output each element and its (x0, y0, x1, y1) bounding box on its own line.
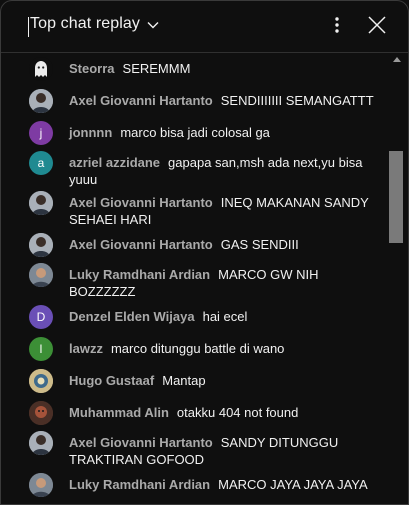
chat-message: a azriel azzidane gapapa san,msh ada next… (29, 151, 385, 188)
avatar[interactable] (29, 431, 53, 455)
chat-message: Axel Giovanni Hartanto SANDY DITUNGGU TRA… (29, 431, 385, 468)
avatar[interactable] (29, 369, 53, 393)
text-cursor (28, 17, 29, 37)
scroll-up-arrow-icon[interactable] (393, 57, 401, 62)
chat-message: Luky Ramdhani Ardian MARCO JAYA JAYA JAYA (29, 473, 385, 497)
avatar[interactable]: l (29, 337, 53, 361)
chat-message: Axel Giovanni Hartanto INEQ MAKANAN SANDY… (29, 191, 385, 228)
message-author[interactable]: Hugo Gustaaf (69, 373, 154, 388)
message-author[interactable]: Denzel Elden Wijaya (69, 309, 195, 324)
chat-message: Steorra SEREMMM (29, 57, 385, 81)
chat-message: Hugo Gustaaf Mantap (29, 369, 385, 393)
chat-header: Top chat replay (1, 1, 408, 53)
scrollbar[interactable] (387, 53, 408, 504)
more-vert-icon (334, 16, 340, 39)
message-text: GAS SENDIII (220, 237, 299, 252)
avatar[interactable]: j (29, 121, 53, 145)
message-author[interactable]: lawzz (69, 341, 103, 356)
message-author[interactable]: Axel Giovanni Hartanto (69, 93, 213, 108)
message-text: otakku 404 not found (176, 405, 299, 420)
more-options-button[interactable] (326, 16, 348, 38)
avatar[interactable] (29, 89, 53, 113)
chat-message: j jonnnn marco bisa jadi colosal ga (29, 121, 385, 145)
message-text: MARCO JAYA JAYA JAYA (218, 477, 368, 492)
chat-message: Muhammad Alin otakku 404 not found (29, 401, 385, 425)
chat-message: Axel Giovanni Hartanto SENDIIIIIII SEMANG… (29, 89, 385, 113)
chat-mode-title: Top chat replay (30, 15, 141, 32)
avatar[interactable] (29, 401, 53, 425)
message-author[interactable]: azriel azzidane (69, 155, 160, 170)
message-text: hai ecel (202, 309, 248, 324)
chat-message: Axel Giovanni Hartanto GAS SENDIII (29, 233, 385, 257)
chat-message: Luky Ramdhani Ardian MARCO GW NIH BOZZZZZ… (29, 263, 385, 300)
avatar[interactable]: D (29, 305, 53, 329)
message-author[interactable]: jonnnn (69, 125, 112, 140)
avatar[interactable] (29, 191, 53, 215)
avatar[interactable]: a (29, 151, 53, 175)
close-icon (367, 15, 387, 40)
avatar[interactable] (29, 473, 53, 497)
chevron-down-icon (146, 18, 160, 32)
message-author[interactable]: Axel Giovanni Hartanto (69, 195, 213, 210)
message-text: SEREMMM (122, 61, 191, 76)
message-text: Mantap (162, 373, 206, 388)
message-text: marco ditunggu battle di wano (110, 341, 285, 356)
close-button[interactable] (365, 15, 389, 39)
chat-message: D Denzel Elden Wijaya hai ecel (29, 305, 385, 329)
avatar[interactable] (29, 233, 53, 257)
chat-message: l lawzz marco ditunggu battle di wano (29, 337, 385, 361)
message-author[interactable]: Axel Giovanni Hartanto (69, 435, 213, 450)
avatar[interactable] (29, 263, 53, 287)
message-author[interactable]: Luky Ramdhani Ardian (69, 477, 210, 492)
chat-replay-panel: Top chat replay Steorra SEREMMM Axel Gio… (0, 0, 409, 505)
message-author[interactable]: Steorra (69, 61, 115, 76)
message-text: SENDIIIIIII SEMANGATTT (220, 93, 374, 108)
message-author[interactable]: Muhammad Alin (69, 405, 169, 420)
chat-message-list[interactable]: Steorra SEREMMM Axel Giovanni Hartanto SEN… (1, 53, 387, 504)
ghost-icon[interactable] (29, 57, 53, 81)
message-text: marco bisa jadi colosal ga (120, 125, 270, 140)
scrollbar-thumb[interactable] (389, 151, 403, 243)
message-author[interactable]: Axel Giovanni Hartanto (69, 237, 213, 252)
chat-mode-selector[interactable]: Top chat replay (30, 15, 160, 33)
message-author[interactable]: Luky Ramdhani Ardian (69, 267, 210, 282)
